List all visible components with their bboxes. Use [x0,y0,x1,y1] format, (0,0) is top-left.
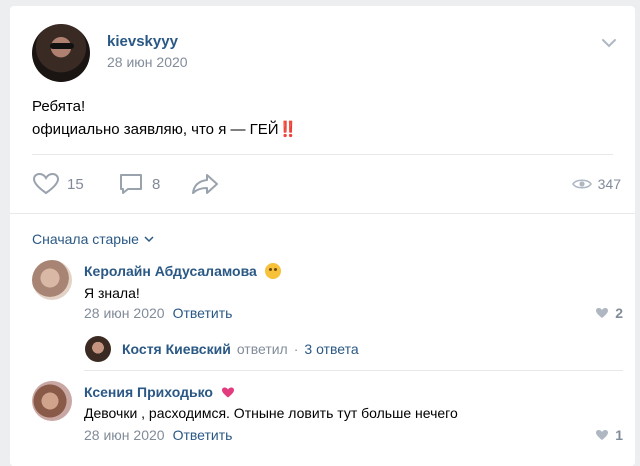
like-button[interactable]: 15 [32,172,84,196]
like-count: 15 [67,175,84,193]
comment-meta: 28 июн 2020 Ответить [84,427,232,443]
comment-date[interactable]: 28 июн 2020 [84,305,165,321]
chevron-down-icon[interactable] [601,38,617,48]
comment-button[interactable]: 8 [118,172,160,196]
reply-button[interactable]: Ответить [173,427,233,443]
comment-meta: 28 июн 2020 Ответить [84,305,232,321]
author-avatar[interactable] [32,24,90,82]
heart-icon [32,172,60,195]
comment-author[interactable]: Керолайн Абдусаламова [84,263,281,279]
replies-link[interactable]: 3 ответа [304,341,358,357]
share-icon [192,174,218,194]
post-date[interactable]: 28 июн 2020 [107,54,188,70]
commenter-avatar[interactable] [32,260,72,300]
post-card: kievskyyy 28 июн 2020 Ребята! официально… [10,6,635,466]
views-counter: 347 [571,176,621,192]
reply-thread[interactable]: Костя Киевский ответил · 3 ответа [122,341,359,357]
comment-date[interactable]: 28 июн 2020 [84,427,165,443]
post-text-line1: Ребята! [32,98,86,115]
pink-heart-icon [221,387,234,397]
sort-label: Сначала старые [32,231,139,247]
comment-icon [120,174,142,194]
eye-icon [571,179,592,189]
divider [32,154,613,155]
comment-like-button[interactable]: 1 [595,427,623,443]
share-button[interactable] [190,172,220,196]
separator-dot: · [293,341,299,357]
comment-like-count: 1 [615,427,623,443]
heart-icon [596,430,609,440]
post-author[interactable]: kievskyyy [107,33,178,50]
chevron-down-icon [144,235,154,242]
divider [84,370,623,371]
commenter-avatar[interactable] [32,381,72,421]
comment-count: 8 [152,175,161,193]
comment-like-button[interactable]: 2 [595,305,623,321]
reply-avatar[interactable] [85,336,111,362]
sort-dropdown[interactable]: Сначала старые [32,231,154,247]
comment-like-count: 2 [615,305,623,321]
comment-text: Девочки , расходимся. Отныне ловить тут … [84,405,458,421]
reply-action: ответил [236,341,288,357]
comment-author[interactable]: Ксения Приходько [84,384,235,400]
comment-text: Я знала! [84,285,140,301]
views-count: 347 [597,176,621,192]
smile-emoji-icon [264,263,281,279]
reply-button[interactable]: Ответить [173,305,233,321]
post-text-line2: официально заявляю, что я — ГЕЙ [32,121,279,138]
comments-divider [10,213,635,214]
reply-author[interactable]: Костя Киевский [122,341,231,357]
heart-icon [596,308,609,318]
double-exclamation-emoji: ‼️ [278,121,298,138]
post-text: Ребята! официально заявляю, что я — ГЕЙ‼… [32,95,298,141]
